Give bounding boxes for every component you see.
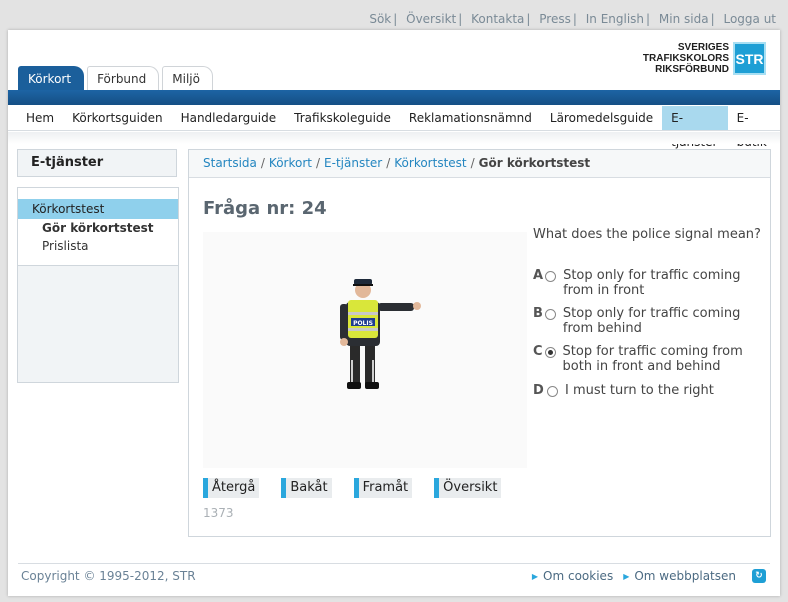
my-page-link[interactable]: Min sida [659, 12, 709, 26]
option-letter: B [533, 306, 543, 321]
next-button[interactable]: Framåt [353, 478, 413, 498]
nav-e-tjanster[interactable]: E-tjänster [662, 106, 728, 149]
str-logo-mark: STR [733, 42, 766, 75]
option-letter: D [533, 383, 544, 398]
breadcrumb-korkortstest[interactable]: Körkortstest [394, 156, 466, 170]
option-letter: A [533, 268, 544, 283]
sidebar-item-gor-korkortstest[interactable]: Gör körkortstest [18, 219, 178, 237]
answer-option-b[interactable]: B Stop only for traffic coming from behi… [533, 306, 763, 336]
nav-laromedelsguide[interactable]: Läromedelsguide [541, 106, 662, 130]
overview-link[interactable]: Översikt [406, 12, 456, 26]
sidebar-item-prislista[interactable]: Prislista [18, 237, 178, 255]
accessibility-icon[interactable]: ↻ [752, 569, 766, 583]
sidebar-heading: E-tjänster [17, 149, 177, 177]
option-d-radio[interactable] [547, 386, 558, 397]
police-officer-illustration: POLIS [340, 279, 421, 389]
nav-reklamationsnamnd[interactable]: Reklamationsnämnd [400, 106, 541, 130]
option-letter: C [533, 344, 543, 359]
separator: | [646, 12, 651, 26]
logo-line-2: TRAFIKSKOLORS [642, 53, 729, 64]
question-image: POLIS [203, 232, 527, 468]
overview-button[interactable]: Översikt [434, 478, 502, 498]
previous-button[interactable]: Bakåt [281, 478, 332, 498]
separator: | [458, 12, 463, 26]
answer-option-a[interactable]: A Stop only for traffic coming from in f… [533, 268, 763, 298]
tab-forbund[interactable]: Förbund [87, 66, 160, 91]
option-text: Stop for traffic coming from both in fro… [562, 344, 743, 374]
nav-trafikskoleguide[interactable]: Trafikskoleguide [285, 106, 400, 130]
nav-korkortsguiden[interactable]: Körkortsguiden [63, 106, 171, 130]
english-link[interactable]: In English [586, 12, 644, 26]
about-site-link[interactable]: Om webbplatsen [634, 569, 736, 583]
nav-hem[interactable]: Hem [17, 106, 63, 130]
tab-korkort[interactable]: Körkort [18, 66, 85, 91]
question-code: 1373 [203, 506, 234, 520]
quiz-buttons: Återgå Bakåt Framåt Översikt [203, 478, 523, 498]
arrow-icon: ▶ [623, 571, 630, 581]
separator: | [526, 12, 531, 26]
breadcrumb: Startsida / Körkort / E-tjänster / Körkortstes… [189, 150, 770, 178]
answer-option-c[interactable]: C Stop for traffic coming from both in f… [533, 344, 763, 374]
footer-divider [18, 563, 770, 564]
option-a-radio[interactable] [545, 271, 557, 282]
question-text: What does the police signal mean? [533, 227, 761, 242]
sidebar-item-korkortstest[interactable]: Körkortstest [18, 199, 178, 219]
nav-handledarguide[interactable]: Handledarguide [172, 106, 286, 130]
tab-miljo[interactable]: Miljö [162, 66, 213, 91]
footer-links: ▶ Om cookies ▶ Om webbplatsen ↻ [532, 569, 766, 583]
breadcrumb-separator: / [386, 156, 391, 170]
breadcrumb-e-tjanster[interactable]: E-tjänster [324, 156, 382, 170]
separator: | [393, 12, 398, 26]
police-vest-label: POLIS [353, 320, 373, 327]
breadcrumb-separator: / [470, 156, 475, 170]
answer-option-d[interactable]: D I must turn to the right [533, 383, 763, 398]
search-link[interactable]: Sök [369, 12, 391, 26]
divider-strip [8, 132, 780, 144]
section-tabs: Körkort Förbund Miljö [18, 66, 216, 91]
top-utility-links: Sök | Översikt | Kontakta | Press | In Engli… [369, 12, 776, 26]
sidebar-menu-list: Körkortstest Gör körkortstest Prislista [18, 188, 178, 266]
cookies-link[interactable]: Om cookies [543, 569, 613, 583]
logo-line-3: RIKSFÖRBUND [655, 64, 729, 75]
option-b-radio[interactable] [544, 309, 556, 320]
breadcrumb-current: Gör körkortstest [478, 156, 591, 170]
main-content: Startsida / Körkort / E-tjänster / Körkortstes… [188, 149, 771, 537]
nav-e-butik[interactable]: E-butik [728, 106, 780, 149]
contact-link[interactable]: Kontakta [471, 12, 524, 26]
brand-bar [8, 90, 780, 105]
copyright-text: Copyright © 1995-2012, STR [21, 569, 196, 583]
separator: | [710, 12, 715, 26]
question-title: Fråga nr: 24 [203, 198, 327, 219]
option-text: I must turn to the right [565, 383, 714, 398]
sidebar-menu: Körkortstest Gör körkortstest Prislista [17, 187, 179, 383]
page-container: SVERIGES TRAFIKSKOLORS RIKSFÖRBUND STR K… [8, 30, 780, 596]
option-text: Stop only for traffic coming from behind [562, 306, 741, 336]
option-text: Stop only for traffic coming from in fro… [563, 268, 741, 298]
breadcrumb-startsida[interactable]: Startsida [203, 156, 257, 170]
breadcrumb-separator: / [315, 156, 321, 170]
logo-text: SVERIGES TRAFIKSKOLORS RIKSFÖRBUND [643, 42, 729, 75]
back-to-start-button[interactable]: Återgå [203, 478, 260, 498]
option-c-radio[interactable] [544, 347, 556, 358]
separator: | [572, 12, 577, 26]
main-nav: Hem Körkortsguiden Handledarguide Trafik… [8, 105, 780, 149]
logo-line-1: SVERIGES [677, 42, 729, 53]
arrow-icon: ▶ [531, 571, 539, 581]
logout-link[interactable]: Logga ut [723, 12, 776, 26]
breadcrumb-korkort[interactable]: Körkort [269, 156, 312, 170]
str-logo[interactable]: SVERIGES TRAFIKSKOLORS RIKSFÖRBUND STR [643, 42, 766, 75]
breadcrumb-separator: / [260, 156, 265, 170]
press-link[interactable]: Press [539, 12, 571, 26]
